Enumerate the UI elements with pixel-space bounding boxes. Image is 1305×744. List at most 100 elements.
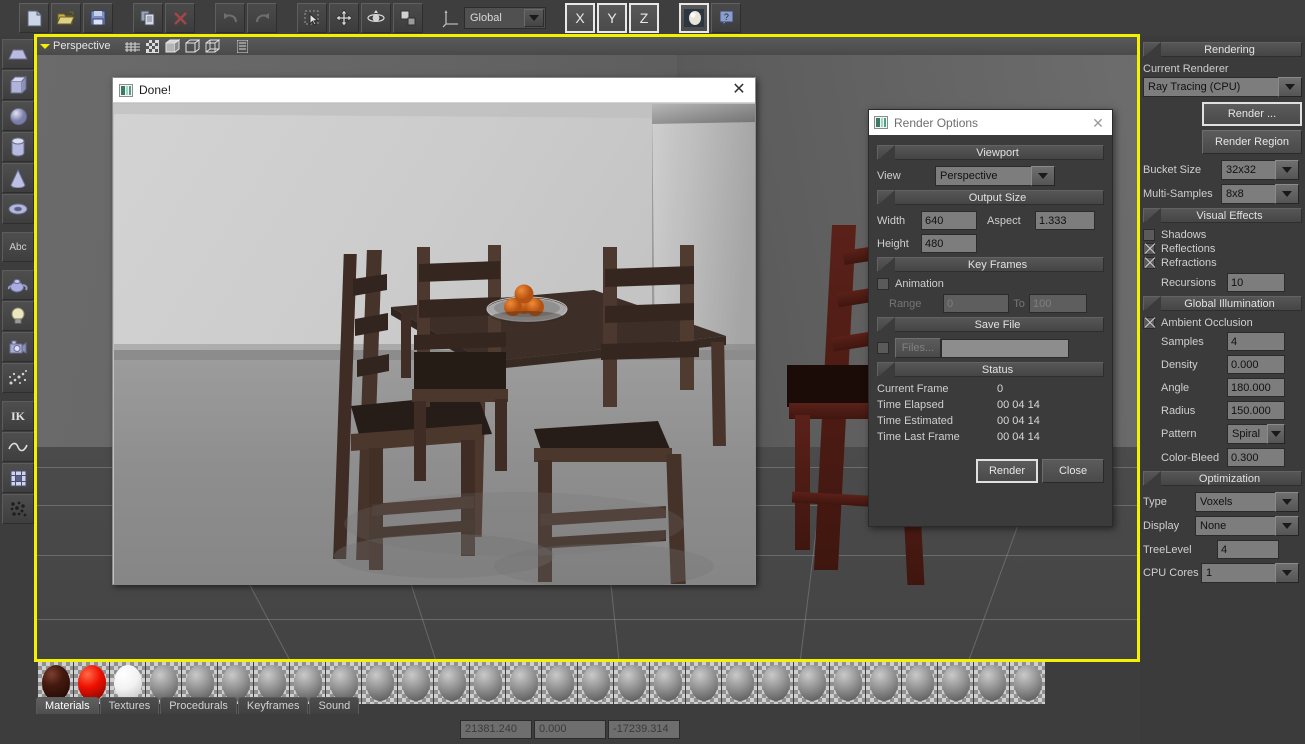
density-input[interactable]: 0.000 (1227, 355, 1285, 374)
color-bleed-input[interactable]: 0.300 (1227, 448, 1285, 467)
material-slot[interactable] (434, 662, 470, 704)
range-to-input[interactable]: 100 (1029, 294, 1087, 313)
redo-button[interactable] (247, 3, 277, 33)
light-tool-button[interactable] (2, 301, 34, 331)
multi-samples-combo[interactable]: 8x8 (1221, 184, 1299, 204)
material-slot[interactable] (722, 662, 758, 704)
primitive-box-button[interactable] (2, 70, 34, 100)
material-slot[interactable] (614, 662, 650, 704)
animation-checkbox[interactable] (877, 278, 889, 290)
coord-z-field[interactable]: -17239.314 (608, 719, 680, 739)
new-file-button[interactable] (19, 3, 49, 33)
files-button[interactable]: Files... (895, 338, 941, 358)
samples-input[interactable]: 4 (1227, 332, 1285, 351)
display-combo[interactable]: None (1195, 516, 1299, 536)
chevron-down-icon[interactable] (1275, 160, 1299, 180)
chevron-down-icon[interactable] (1275, 516, 1299, 536)
primitive-torus-button[interactable] (2, 194, 34, 224)
section-status[interactable]: Status (877, 362, 1104, 377)
refractions-checkbox[interactable] (1143, 257, 1155, 269)
range-from-input[interactable]: 0 (943, 294, 1009, 313)
section-key-frames[interactable]: Key Frames (877, 257, 1104, 272)
chevron-down-icon[interactable] (524, 9, 544, 27)
aspect-input[interactable]: 1.333 (1035, 211, 1095, 230)
chevron-down-icon[interactable] (1275, 492, 1299, 512)
particles-tool-button[interactable] (2, 363, 34, 393)
cpu-cores-combo[interactable]: 1 (1201, 563, 1299, 583)
solid-shading-icon[interactable] (164, 39, 180, 53)
tab-procedurals[interactable]: Procedurals (160, 697, 237, 714)
files-path-input[interactable] (941, 338, 1069, 358)
pattern-combo[interactable]: Spiral (1227, 424, 1285, 444)
primitive-cone-button[interactable] (2, 163, 34, 193)
move-tool-button[interactable] (329, 3, 359, 33)
chevron-down-icon[interactable] (1031, 166, 1055, 186)
tab-sound[interactable]: Sound (309, 697, 360, 714)
material-slot[interactable] (578, 662, 614, 704)
render-options-titlebar[interactable]: Render Options ✕ (869, 110, 1112, 135)
tab-keyframes[interactable]: Keyframes (237, 697, 309, 714)
ambient-occlusion-checkbox[interactable] (1143, 317, 1155, 329)
primitive-cylinder-button[interactable] (2, 132, 34, 162)
section-viewport[interactable]: Viewport (877, 145, 1104, 160)
curve-tool-button[interactable] (2, 432, 34, 462)
current-renderer-combo[interactable]: Ray Tracing (CPU) (1143, 77, 1302, 97)
teapot-primitive-button[interactable] (2, 270, 34, 300)
render-result-titlebar[interactable]: Done! ✕ (113, 78, 755, 103)
rotate-tool-button[interactable] (361, 3, 391, 33)
hidden-line-icon[interactable] (184, 39, 200, 53)
material-slot[interactable] (902, 662, 938, 704)
view-combo[interactable]: Perspective (935, 166, 1055, 186)
section-output-size[interactable]: Output Size (877, 190, 1104, 205)
section-global-illumination[interactable]: Global Illumination (1143, 296, 1302, 311)
coordinate-space-combo[interactable]: Global (464, 7, 546, 29)
primitive-plane-button[interactable] (2, 39, 34, 69)
open-file-button[interactable] (51, 3, 81, 33)
material-slot[interactable] (758, 662, 794, 704)
text-tool-button[interactable]: Abc (2, 232, 34, 262)
width-input[interactable]: 640 (921, 211, 977, 230)
material-slot[interactable] (686, 662, 722, 704)
material-slot[interactable] (542, 662, 578, 704)
render-region-button[interactable]: Render Region (1202, 130, 1302, 154)
material-slot[interactable] (470, 662, 506, 704)
coord-x-field[interactable]: 21381.240 (460, 719, 532, 739)
height-input[interactable]: 480 (921, 234, 977, 253)
tab-textures[interactable]: Textures (99, 697, 160, 714)
camera-tool-button[interactable] (2, 332, 34, 362)
render-button[interactable]: Render (976, 459, 1038, 483)
angle-input[interactable]: 180.000 (1227, 378, 1285, 397)
scatter-tool-button[interactable] (2, 494, 34, 524)
reflections-checkbox[interactable] (1143, 243, 1155, 255)
inverse-kinematics-button[interactable]: IK (2, 401, 34, 431)
axis-x-button[interactable]: X (565, 3, 595, 33)
section-rendering[interactable]: Rendering (1143, 42, 1302, 57)
material-slot[interactable] (794, 662, 830, 704)
type-combo[interactable]: Voxels (1195, 492, 1299, 512)
close-button[interactable]: Close (1042, 459, 1104, 483)
coord-y-field[interactable]: 0.000 (534, 719, 606, 739)
material-slot[interactable] (830, 662, 866, 704)
scale-tool-button[interactable] (393, 3, 423, 33)
lattice-tool-button[interactable] (2, 463, 34, 493)
wireframe-icon[interactable] (204, 39, 220, 53)
copy-button[interactable] (133, 3, 163, 33)
chevron-down-icon[interactable] (1278, 77, 1302, 97)
tree-level-input[interactable]: 4 (1217, 540, 1279, 559)
close-icon[interactable]: ✕ (729, 80, 749, 100)
render-preview-button[interactable] (679, 3, 709, 33)
delete-button[interactable] (165, 3, 195, 33)
undo-button[interactable] (215, 3, 245, 33)
axis-y-button[interactable]: Y (597, 3, 627, 33)
close-icon[interactable]: ✕ (1089, 114, 1107, 132)
chevron-down-icon[interactable] (1275, 563, 1299, 583)
chevron-down-icon[interactable] (1275, 184, 1299, 204)
material-slot[interactable] (398, 662, 434, 704)
tab-materials[interactable]: Materials (36, 697, 99, 714)
section-save-file[interactable]: Save File (877, 317, 1104, 332)
help-button[interactable]: ? (711, 3, 741, 33)
material-slot[interactable] (938, 662, 974, 704)
material-slot[interactable] (974, 662, 1010, 704)
chevron-down-icon[interactable] (1267, 424, 1285, 444)
select-tool-button[interactable] (297, 3, 327, 33)
